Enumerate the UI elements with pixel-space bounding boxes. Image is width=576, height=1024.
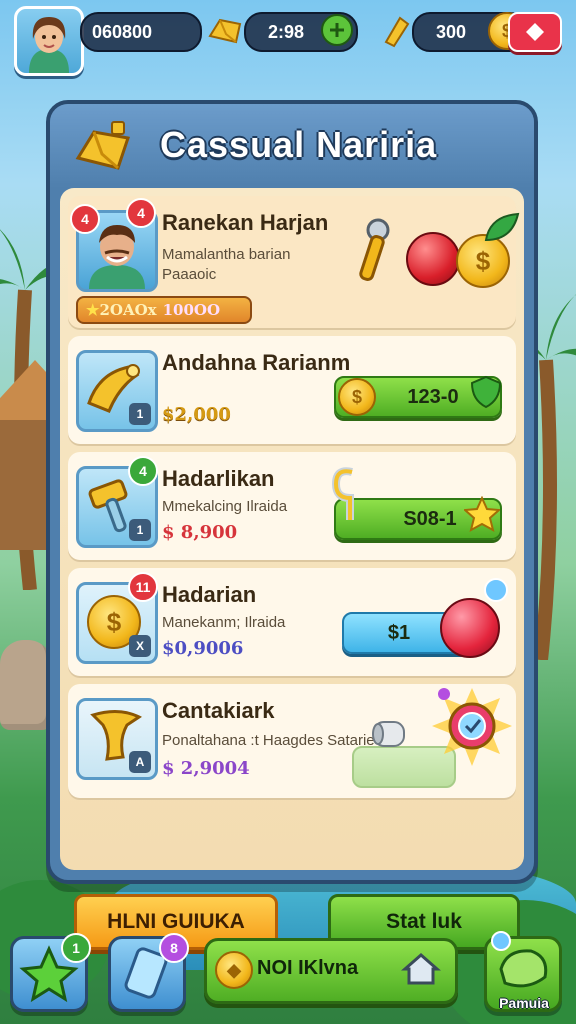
sparkle-icon xyxy=(484,578,508,602)
pipe-icon xyxy=(372,721,405,747)
item-count: 1 xyxy=(129,403,151,425)
buy-button-label: S08-1 xyxy=(403,507,457,530)
item-title: Cantakiark xyxy=(162,698,275,723)
item-count: A xyxy=(129,751,151,773)
start-button-label: Stat luk xyxy=(386,910,462,933)
stone-creature xyxy=(0,640,52,730)
player-avatar[interactable] xyxy=(14,6,84,76)
item-subtitle: Manekanm; Ilraida xyxy=(162,614,286,631)
nav-star-button[interactable]: 1 xyxy=(10,933,91,1012)
item-title: Andahna Rarianm xyxy=(162,350,351,375)
item-price: $0,9006 xyxy=(162,638,244,659)
stat-value-2: 2:98 xyxy=(268,21,305,42)
list-item[interactable]: 1 Andahna Rarianm $2,000 123-0 $ xyxy=(68,336,516,444)
green-timer-icon[interactable] xyxy=(318,12,356,48)
item-title: Hadarian xyxy=(162,582,257,607)
red-orb-icon xyxy=(440,598,500,658)
card-badge: 11 xyxy=(128,572,158,602)
buy-button-label: $1 xyxy=(387,621,411,644)
red-ball-icon xyxy=(406,232,460,286)
buy-button-label: 123-0 xyxy=(407,385,459,408)
avatar-portrait xyxy=(29,17,69,73)
diamond-icon xyxy=(526,23,544,41)
item-subtitle: Ponaltahana :t Haagdes Satarie xyxy=(162,732,375,749)
item-count: X xyxy=(129,635,151,657)
item-count: 1 xyxy=(129,519,151,541)
nav-map-button[interactable]: Pamuia xyxy=(484,931,562,1012)
list-item[interactable]: 1 4 Hadarlikan Mmekalcing Ilraida $ 8,90… xyxy=(68,452,516,560)
top-hud: 060800 2:98 300 $ xyxy=(0,0,576,76)
leaf-icon xyxy=(484,212,520,242)
item-title: Hadarlikan xyxy=(162,466,275,491)
item-title: Ranekan Harjan xyxy=(162,210,329,235)
add-currency-button[interactable] xyxy=(508,12,562,52)
sparkle-icon xyxy=(491,931,511,951)
green-shield-icon xyxy=(470,375,502,409)
wrench-icon xyxy=(359,218,390,281)
gold-chest-icon xyxy=(75,121,130,170)
list-item[interactable]: 4 4 Ranekan Harjan Mamalantha barian Paa… xyxy=(68,196,520,328)
stat-value-3: 300 xyxy=(436,21,467,42)
gold-key-icon xyxy=(384,16,410,48)
item-stats: ★ 2OAOx 100OO xyxy=(76,296,252,324)
panel-title: Cassual Nariria xyxy=(160,124,438,165)
list-item[interactable]: $ X 11 Hadarian Manekanm; Ilraida $0,900… xyxy=(68,568,516,676)
list-item[interactable]: A Cantakiark Ponaltahana :t Haagdes Sata… xyxy=(68,684,516,798)
glowing-amulet-icon xyxy=(432,688,512,766)
nav-star-badge: 1 xyxy=(61,933,91,963)
panel-header: Cassual Nariria xyxy=(50,104,534,188)
card-badge: 4 xyxy=(128,456,158,486)
gold-gem-icon: ◆ xyxy=(215,951,253,989)
nav-main-button[interactable]: ◆ NOI IKlvna xyxy=(204,938,458,1004)
card-badge-left: 4 xyxy=(70,204,100,234)
item-list: 4 4 Ranekan Harjan Mamalantha barian Paa… xyxy=(60,188,524,950)
star-icon xyxy=(464,496,500,532)
item-subtitle: Mamalantha barian xyxy=(162,246,291,263)
item-price: $ 2,9004 xyxy=(162,758,250,779)
nav-main-label: NOI IKlvna xyxy=(257,957,359,979)
item-subtitle-2: Paaaoic xyxy=(162,266,217,283)
golden-hook-icon xyxy=(331,467,354,520)
stat-value-1: 060800 xyxy=(92,21,153,42)
star-icon: ★ xyxy=(86,301,100,319)
item-stat-b: 100OO xyxy=(162,301,221,319)
item-stat-a: 2OAOx xyxy=(99,301,157,319)
nav-inventory-badge: 8 xyxy=(159,933,189,963)
item-thumbnail: 1 xyxy=(76,350,158,432)
item-thumbnail: A xyxy=(76,698,158,780)
item-subtitle: Mmekalcing Ilraida xyxy=(162,498,288,515)
nav-inventory-button[interactable]: 8 xyxy=(108,933,189,1012)
card-badge: 4 xyxy=(126,198,156,228)
item-price: $ 8,900 xyxy=(162,522,238,543)
gold-bar-icon xyxy=(208,18,242,44)
shop-panel: Cassual Nariria 4 4 Ranekan Harjan Mamal… xyxy=(46,100,538,950)
coin-icon: $ xyxy=(338,378,376,416)
item-price: $2,000 xyxy=(162,404,231,425)
stat-pill-1: 060800 xyxy=(80,12,202,52)
nav-map-label: Pamuia xyxy=(499,995,549,1011)
home-icon xyxy=(401,953,441,985)
left-action-label: HLNI GUIUKA xyxy=(107,910,245,933)
